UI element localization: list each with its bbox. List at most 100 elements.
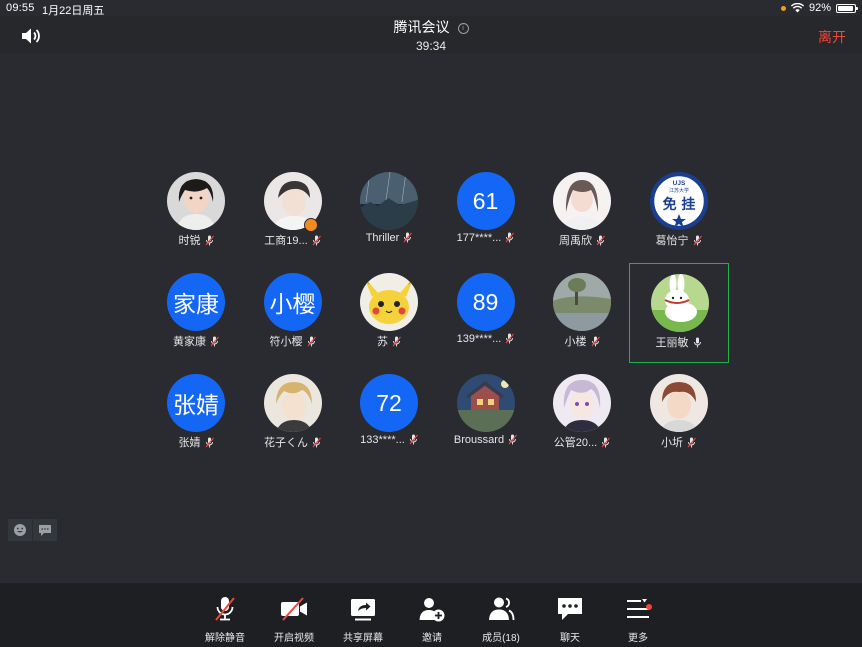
participant-tile[interactable]: 公管20...	[532, 364, 632, 464]
participant-name: 133****...	[360, 434, 405, 446]
participant-tile[interactable]: 小樱 符小樱	[243, 263, 343, 363]
meeting-timer: 39:34	[415, 39, 447, 53]
battery-percent: 92%	[808, 2, 831, 14]
participant-name-row: Thriller	[339, 232, 439, 244]
participant-tile[interactable]: 72 133****...	[339, 364, 439, 464]
notification-dot	[646, 604, 652, 610]
participant-name-row: 周禹欣	[532, 232, 632, 248]
participant-tile[interactable]: 时锐	[146, 162, 246, 262]
participant-avatar	[360, 172, 418, 230]
participant-tile[interactable]: 苏	[339, 263, 439, 363]
mic-muted-icon	[210, 336, 219, 347]
participant-tile[interactable]: 小楼	[532, 263, 632, 363]
participant-name: Broussard	[453, 434, 505, 446]
participant-tile[interactable]: Thriller	[339, 162, 439, 262]
participant-name-row: 小楼	[532, 333, 632, 349]
status-right: 92%	[780, 2, 858, 14]
participant-name: 139****...	[456, 333, 502, 345]
meeting-title: 腾讯会议	[393, 19, 450, 35]
participant-name-row: 张婧	[146, 434, 246, 450]
invite-button[interactable]: 邀请	[400, 595, 464, 644]
share-screen-icon	[351, 599, 375, 621]
participant-name-row: 花子くん	[243, 434, 343, 450]
participant-tile[interactable]: 张婧 张婧	[146, 364, 246, 464]
participant-name: 黄家康	[173, 336, 206, 348]
invite-label: 邀请	[422, 633, 442, 644]
more-button[interactable]: 更多	[606, 595, 670, 644]
participant-avatar: 家康	[167, 273, 225, 331]
avatar-initials: 61	[472, 187, 499, 214]
participant-avatar	[553, 374, 611, 432]
members-button[interactable]: 成员(18)	[469, 595, 533, 644]
bottom-toolbar: 解除静音 开启视频 共享屏幕 邀请 成员(18) 聊天 更多	[0, 583, 862, 647]
danmaku-button[interactable]	[32, 519, 57, 541]
svg-text:免 挂: 免 挂	[662, 196, 695, 213]
mic-muted-icon	[505, 232, 515, 243]
participant-tile[interactable]: 61 177****...	[436, 162, 536, 262]
mic-muted-icon	[693, 235, 702, 246]
chat-button[interactable]: 聊天	[538, 595, 602, 644]
info-icon[interactable]: i	[457, 23, 469, 34]
svg-text:UJS: UJS	[672, 180, 685, 187]
participant-avatar: 89	[456, 273, 515, 331]
emoji-button[interactable]	[8, 519, 32, 541]
start-video-label: 开启视频	[274, 633, 314, 644]
participant-name: 小楼	[564, 336, 587, 348]
participant-avatar	[553, 273, 611, 331]
mic-muted-icon	[392, 336, 401, 347]
participant-name: 花子くん	[264, 437, 308, 449]
share-screen-label: 共享屏幕	[343, 633, 383, 644]
participant-avatar	[650, 274, 709, 332]
mic-icon	[693, 337, 701, 348]
participant-name-row: 公管20...	[532, 434, 632, 450]
participant-name: Thriller	[365, 232, 400, 244]
participant-name-row: 王丽敏	[630, 334, 728, 350]
mic-muted-icon	[505, 333, 515, 344]
more-label: 更多	[628, 633, 648, 644]
mic-muted-icon	[307, 336, 316, 347]
members-icon	[489, 597, 515, 621]
members-label: 成员(18)	[482, 633, 520, 644]
participant-name: 小圻	[661, 437, 683, 449]
participant-avatar	[649, 374, 708, 432]
start-video-button[interactable]: 开启视频	[262, 595, 326, 644]
participant-name-row: 时锐	[146, 232, 246, 248]
participant-name: 周禹欣	[559, 235, 592, 247]
participant-tile[interactable]: 小圻	[629, 364, 729, 464]
participant-name-row: 葛怡宁	[629, 232, 729, 248]
participant-name: 公管20...	[553, 437, 598, 449]
participant-avatar: 61	[456, 172, 515, 230]
participant-avatar	[167, 172, 225, 230]
participant-tile[interactable]: 王丽敏	[628, 263, 729, 363]
mic-muted-icon	[596, 235, 605, 246]
mic-muted-icon	[591, 336, 600, 347]
unmute-button[interactable]: 解除静音	[193, 595, 257, 644]
participant-avatar: 72	[360, 374, 418, 432]
participant-tile[interactable]: 家康 黄家康	[146, 263, 246, 363]
mic-muted-icon	[205, 235, 214, 246]
participant-tile[interactable]: 工商19...	[243, 162, 343, 262]
participant-tile[interactable]: Broussard	[436, 364, 536, 464]
leave-button[interactable]: 离开	[818, 27, 846, 47]
participant-name: 葛怡宁	[655, 235, 689, 247]
chat-icon	[558, 598, 582, 620]
participant-avatar	[360, 273, 418, 331]
participant-tile[interactable]: UJS 江苏大学免 挂葛怡宁	[629, 162, 729, 262]
participant-name: 苏	[377, 336, 388, 348]
wifi-icon	[790, 3, 804, 13]
host-badge-icon	[303, 218, 318, 232]
unmute-label: 解除静音	[205, 633, 245, 644]
participant-name-row: 苏	[339, 333, 439, 349]
avatar-initials: 小樱	[269, 291, 316, 317]
participant-name-row: 133****...	[339, 434, 439, 446]
participant-name-row: 177****...	[436, 232, 536, 244]
avatar-initials: 家康	[173, 291, 219, 317]
participant-tile[interactable]: 花子くん	[243, 364, 343, 464]
participant-name-row: 符小樱	[243, 333, 343, 349]
mic-muted-icon	[601, 437, 611, 448]
participant-tile[interactable]: 89 139****...	[436, 263, 536, 363]
participant-name-row: 139****...	[436, 333, 536, 345]
share-screen-button[interactable]: 共享屏幕	[331, 595, 395, 644]
avatar-initials: 张婧	[173, 392, 219, 418]
participant-tile[interactable]: 周禹欣	[532, 162, 632, 262]
